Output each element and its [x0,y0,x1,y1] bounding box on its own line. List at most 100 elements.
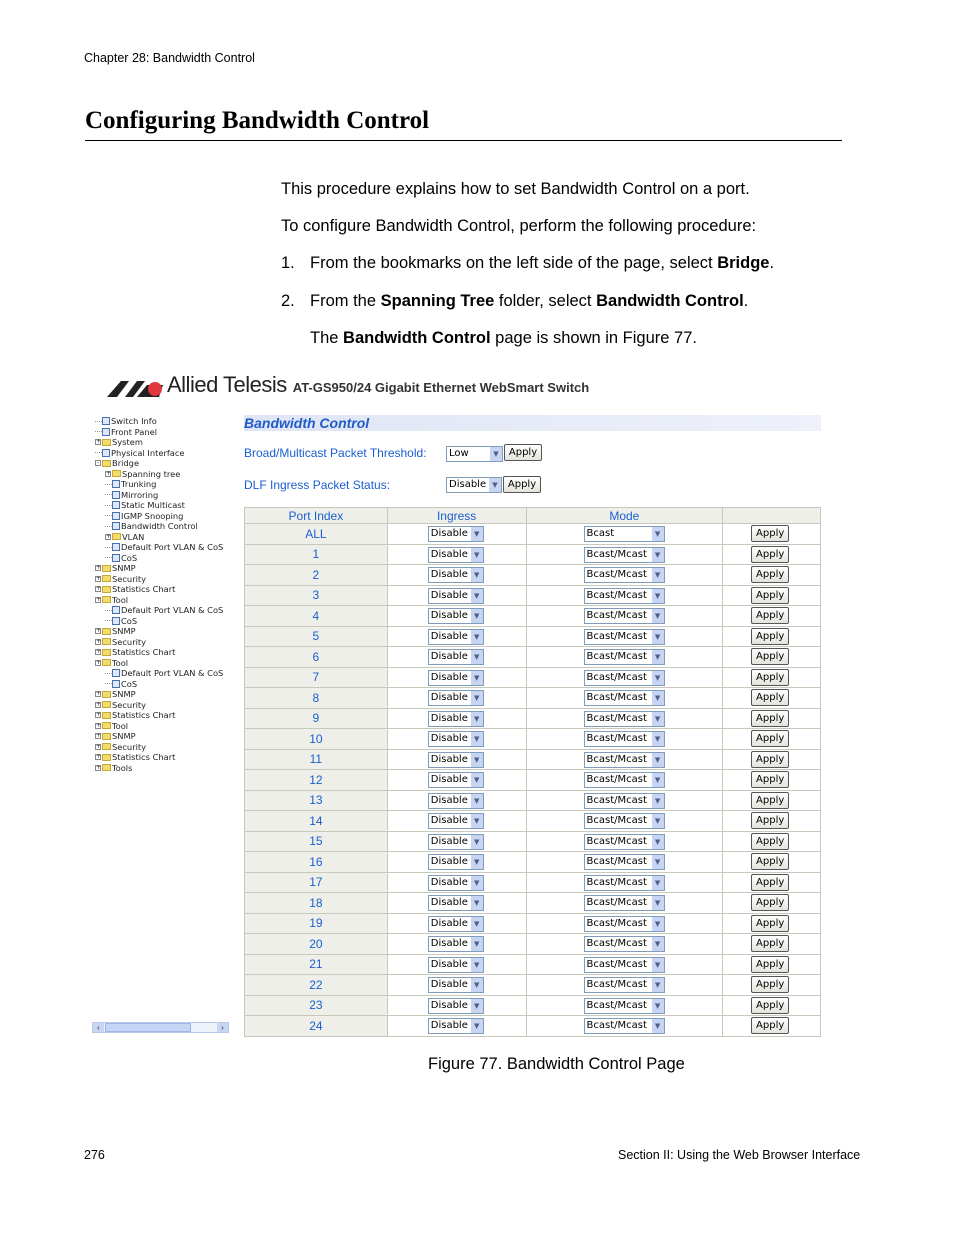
tree-item[interactable]: + Tool [95,595,231,606]
apply-button[interactable]: Apply [751,627,790,645]
ingress-select[interactable]: Disable ▼ [427,628,484,645]
expand-icon[interactable]: + [95,743,101,750]
mode-select[interactable]: Bcast/Mcast ▼ [583,936,665,952]
ingress-select[interactable]: Disable ▼ [427,915,484,932]
apply-button[interactable]: Apply [751,689,790,706]
expand-icon[interactable]: + [95,638,101,645]
expand-icon[interactable]: + [95,691,101,698]
tree-item[interactable]: Mirroring [95,490,231,501]
ingress-select[interactable]: Disable ▼ [427,936,484,952]
apply-button[interactable]: Apply [751,996,790,1014]
ingress-select[interactable]: Disable ▼ [427,710,484,727]
tree-item[interactable]: + Tool [95,721,231,732]
expand-icon[interactable]: + [105,533,111,540]
ingress-select[interactable]: Disable ▼ [427,854,484,870]
mode-select[interactable]: Bcast/Mcast ▼ [583,792,665,809]
tree-item[interactable]: + Tools [95,763,231,774]
mode-select[interactable]: Bcast/Mcast ▼ [583,628,665,645]
apply-button[interactable]: Apply [751,791,790,809]
tree-item[interactable]: Trunking [95,479,231,490]
tree-item[interactable]: CoS [95,679,231,690]
ingress-select[interactable]: Disable ▼ [427,833,484,850]
mode-select[interactable]: Bcast/Mcast ▼ [583,997,665,1014]
ingress-select[interactable]: Disable ▼ [427,997,484,1014]
tree-horizontal-scrollbar[interactable]: ‹ › [92,1022,229,1033]
scroll-thumb[interactable] [105,1023,191,1032]
mode-select[interactable]: Bcast/Mcast ▼ [583,690,665,706]
mode-select[interactable]: Bcast/Mcast ▼ [583,587,665,604]
apply-button[interactable]: Apply [751,730,790,747]
mode-select[interactable]: Bcast/Mcast ▼ [583,649,665,665]
apply-button[interactable]: Apply [751,709,790,727]
expand-icon[interactable]: + [95,628,101,635]
collapse-icon[interactable]: - [95,460,101,467]
tree-item[interactable]: - Bridge [95,458,231,469]
tree-item[interactable]: + SNMP [95,689,231,700]
threshold-apply-button[interactable]: Apply [504,444,542,461]
apply-button[interactable]: Apply [751,976,790,993]
ingress-select[interactable]: Disable ▼ [427,587,484,604]
tree-item[interactable]: Static Multicast [95,500,231,511]
ingress-select[interactable]: Disable ▼ [427,874,484,891]
tree-item[interactable]: + Statistics Chart [95,584,231,595]
apply-button[interactable]: Apply [751,832,790,850]
scroll-right-icon[interactable]: › [217,1023,228,1032]
tree-item[interactable]: Physical Interface [95,448,231,459]
apply-button[interactable]: Apply [751,935,790,952]
ingress-select[interactable]: Disable ▼ [427,977,484,993]
tree-item[interactable]: + SNMP [95,731,231,742]
expand-icon[interactable]: + [95,712,101,719]
expand-icon[interactable]: + [95,575,101,582]
apply-button[interactable]: Apply [751,853,790,870]
threshold-select[interactable]: Low ▼ [446,446,503,462]
expand-icon[interactable]: + [95,754,101,761]
ingress-select[interactable]: Disable ▼ [427,956,484,973]
ingress-select[interactable]: Disable ▼ [427,751,484,768]
apply-button[interactable]: Apply [751,668,790,686]
ingress-select[interactable]: Disable ▼ [427,813,484,829]
apply-button[interactable]: Apply [751,607,790,624]
expand-icon[interactable]: + [105,470,111,477]
apply-button[interactable]: Apply [751,914,790,932]
expand-icon[interactable]: + [95,565,101,572]
tree-item[interactable]: + VLAN [95,532,231,543]
apply-button[interactable]: Apply [751,586,790,604]
ingress-select[interactable]: Disable ▼ [427,567,484,583]
apply-button[interactable]: Apply [751,566,790,583]
scroll-left-icon[interactable]: ‹ [93,1023,104,1032]
ingress-select[interactable]: Disable ▼ [427,1018,484,1034]
dlf-select[interactable]: Disable ▼ [446,477,502,493]
tree-item[interactable]: + SNMP [95,626,231,637]
tree-item[interactable]: + Security [95,700,231,711]
tree-item[interactable]: Bandwidth Control [95,521,231,532]
mode-select[interactable]: Bcast/Mcast ▼ [583,854,665,870]
tree-item[interactable]: + System [95,437,231,448]
tree-item[interactable]: CoS [95,616,231,627]
mode-select[interactable]: Bcast/Mcast ▼ [583,833,665,850]
expand-icon[interactable]: + [95,764,101,771]
mode-select[interactable]: Bcast/Mcast ▼ [583,915,665,932]
apply-button[interactable]: Apply [751,648,790,665]
ingress-select[interactable]: Disable ▼ [427,792,484,809]
tree-item[interactable]: Default Port VLAN & CoS [95,668,231,679]
expand-icon[interactable]: + [95,733,101,740]
ingress-select[interactable]: Disable ▼ [427,772,484,788]
mode-select[interactable]: Bcast/Mcast ▼ [583,710,665,727]
expand-icon[interactable]: + [95,701,101,708]
tree-item[interactable]: Front Panel [95,427,231,438]
apply-button[interactable]: Apply [751,894,790,911]
expand-icon[interactable]: + [95,596,101,603]
apply-button[interactable]: Apply [751,812,790,829]
tree-item[interactable]: + Tool [95,658,231,669]
ingress-select[interactable]: Disable ▼ [427,526,484,542]
mode-select[interactable]: Bcast/Mcast ▼ [583,567,665,583]
ingress-select[interactable]: Disable ▼ [427,669,484,686]
mode-select[interactable]: Bcast/Mcast ▼ [583,669,665,686]
mode-select[interactable]: Bcast/Mcast ▼ [583,1018,665,1034]
mode-select[interactable]: Bcast/Mcast ▼ [583,977,665,993]
apply-button[interactable]: Apply [751,771,790,788]
dlf-apply-button[interactable]: Apply [503,476,541,493]
apply-button[interactable]: Apply [751,525,790,542]
ingress-select[interactable]: Disable ▼ [427,649,484,665]
mode-select[interactable]: Bcast/Mcast ▼ [583,772,665,788]
